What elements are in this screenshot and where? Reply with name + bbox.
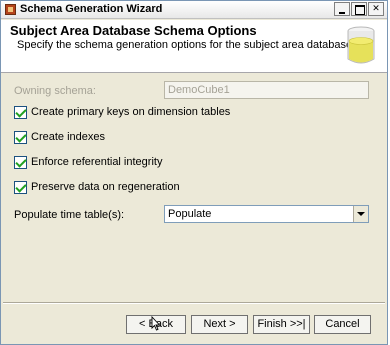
window-title: Schema Generation Wizard (20, 3, 163, 15)
footer-divider (3, 302, 385, 304)
mouse-cursor-icon (151, 316, 161, 331)
indexes-label: Create indexes (31, 131, 105, 143)
populate-select-value: Populate (168, 208, 212, 220)
cancel-button[interactable]: Cancel (314, 315, 371, 334)
checkbox-row-referential-integrity[interactable]: Enforce referential integrity (14, 155, 162, 169)
next-button[interactable]: Next > (191, 315, 248, 334)
wizard-window: Schema Generation Wizard ✕ Subject Area … (0, 0, 388, 345)
referential-integrity-checkbox[interactable] (14, 155, 27, 169)
primary-keys-checkbox[interactable] (14, 105, 27, 119)
page-title: Subject Area Database Schema Options (10, 23, 257, 38)
checkbox-row-preserve-data[interactable]: Preserve data on regeneration (14, 180, 180, 194)
preserve-data-checkbox[interactable] (14, 180, 27, 194)
chevron-down-icon[interactable] (353, 206, 368, 222)
title-bar: Schema Generation Wizard ✕ (1, 1, 387, 19)
referential-integrity-label: Enforce referential integrity (31, 156, 163, 168)
preserve-data-label: Preserve data on regeneration (31, 181, 180, 193)
close-button[interactable]: ✕ (368, 2, 384, 16)
app-icon (5, 4, 16, 15)
indexes-checkbox[interactable] (14, 130, 27, 144)
page-subtitle: Specify the schema generation options fo… (17, 39, 356, 51)
wizard-header: Subject Area Database Schema Options Spe… (1, 20, 387, 73)
populate-time-tables-select[interactable]: Populate (164, 205, 369, 223)
owning-schema-field: DemoCube1 (164, 81, 369, 99)
minimize-button[interactable] (334, 2, 350, 16)
checkbox-row-indexes[interactable]: Create indexes (14, 130, 105, 144)
database-cylinder-icon (347, 26, 375, 64)
owning-schema-label: Owning schema: (14, 85, 96, 97)
primary-keys-label: Create primary keys on dimension tables (31, 106, 231, 118)
finish-button[interactable]: Finish >>| (253, 315, 310, 334)
populate-time-tables-label: Populate time table(s): (14, 209, 125, 221)
maximize-button[interactable] (351, 2, 367, 16)
checkbox-row-primary-keys[interactable]: Create primary keys on dimension tables (14, 105, 230, 119)
